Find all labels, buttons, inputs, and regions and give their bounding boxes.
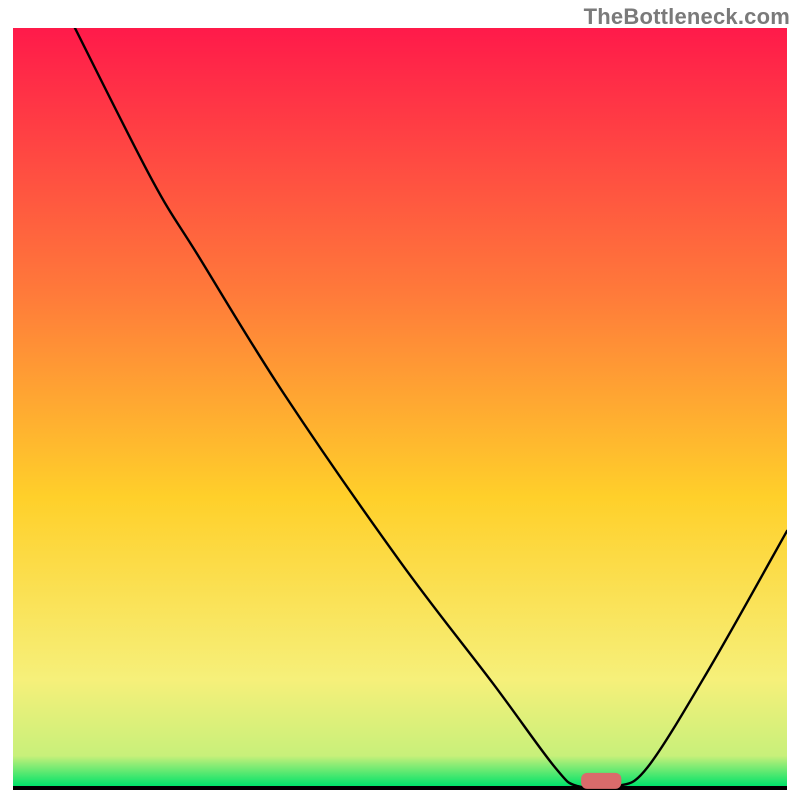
gradient-background	[13, 28, 787, 786]
plot-area	[13, 28, 787, 790]
chart-canvas: TheBottleneck.com	[0, 0, 800, 800]
watermark-text: TheBottleneck.com	[584, 4, 790, 30]
optimal-point-marker	[581, 773, 621, 789]
